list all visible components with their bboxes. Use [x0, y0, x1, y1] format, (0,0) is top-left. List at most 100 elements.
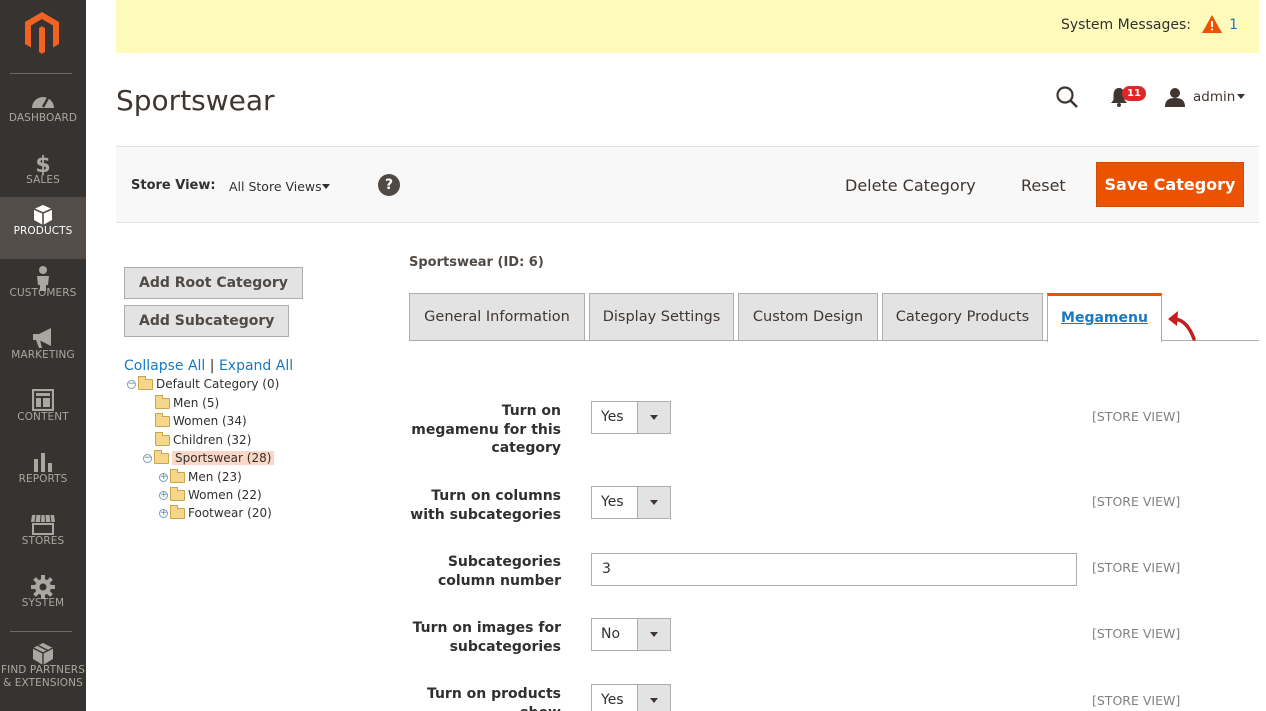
label-line: Turn on [501, 403, 561, 419]
tree-node-sportswear-footwear[interactable]: + Footwear (20) [159, 505, 272, 522]
chevron-down-icon[interactable] [637, 402, 670, 433]
column-number-input[interactable]: 3 [591, 553, 1077, 586]
select-value: No [601, 626, 621, 642]
chevron-down-icon[interactable] [637, 685, 670, 711]
nav-reports[interactable]: REPORTS [0, 445, 86, 507]
annotation-arrow-icon [1168, 311, 1196, 341]
field-products-show-label: Turn on products show [381, 685, 561, 711]
label-line: megamenu for this [411, 421, 561, 438]
help-icon[interactable]: ? [378, 174, 400, 196]
tree-node-sportswear[interactable]: − Sportswear (28) [143, 450, 275, 467]
products-show-select[interactable]: Yes [591, 684, 671, 711]
select-value: Yes [601, 494, 624, 510]
add-subcategory-button[interactable]: Add Subcategory [124, 305, 290, 337]
nav-dashboard-label: DASHBOARD [8, 112, 78, 124]
warning-icon[interactable] [1201, 14, 1223, 34]
store-view-switcher[interactable]: All Store Views [229, 179, 322, 194]
nav-stores-label: STORES [21, 535, 65, 547]
tab-category-products[interactable]: Category Products [882, 293, 1043, 341]
logo-divider [10, 73, 72, 74]
label-line: Turn on columns [431, 488, 561, 504]
nav-stores[interactable]: STORES [0, 507, 86, 569]
scope-label: [STORE VIEW] [1092, 693, 1181, 708]
category-id-title: Sportswear (ID: 6) [409, 255, 544, 270]
tree-node-default-category[interactable]: − Default Category (0) [127, 376, 279, 393]
gear-icon [0, 569, 86, 599]
label-line: Turn on products [426, 686, 561, 702]
folder-open-icon [154, 450, 169, 464]
tree-expand-icon[interactable]: + [159, 509, 168, 518]
tab-megamenu[interactable]: Megamenu [1047, 293, 1162, 342]
tree-collapse-icon[interactable]: − [143, 454, 152, 463]
nav-products[interactable]: PRODUCTS [0, 197, 86, 259]
add-root-category-button[interactable]: Add Root Category [124, 267, 303, 299]
tree-node-children[interactable]: Children (32) [155, 432, 251, 449]
tree-node-sportswear-women[interactable]: + Women (22) [159, 487, 262, 504]
folder-open-icon [138, 376, 153, 390]
user-name[interactable]: admin [1193, 89, 1235, 105]
system-messages-count[interactable]: 1 [1229, 17, 1238, 33]
subcategory-images-select[interactable]: No [591, 618, 671, 651]
nav-find-partners[interactable]: FIND PARTNERS & EXTENSIONS [0, 636, 86, 696]
nav-dashboard[interactable]: DASHBOARD [0, 84, 86, 146]
collapse-all-link[interactable]: Collapse All [124, 358, 205, 374]
field-megamenu-enable-label: Turn on megamenu for this category [381, 402, 561, 458]
tree-node-label: Children (32) [173, 433, 252, 447]
page-actions-bar: Store View: All Store Views ? Delete Cat… [116, 146, 1259, 223]
columns-subcategories-select[interactable]: Yes [591, 486, 671, 519]
tree-node-label: Men (23) [188, 470, 242, 484]
tab-general-information[interactable]: General Information [409, 293, 585, 341]
folder-icon [170, 469, 185, 483]
expand-all-link[interactable]: Expand All [219, 358, 293, 374]
chevron-down-icon[interactable] [637, 487, 670, 518]
tree-expand-icon[interactable]: + [159, 473, 168, 482]
scope-label: [STORE VIEW] [1092, 560, 1181, 575]
label-line: with subcategories [410, 506, 561, 523]
person-icon [0, 259, 86, 291]
nav-marketing-label: MARKETING [11, 349, 75, 361]
cube-icon [0, 636, 86, 665]
magento-logo[interactable] [23, 10, 61, 54]
nav-system-label: SYSTEM [21, 597, 65, 609]
tree-toggle-links: Collapse All | Expand All [124, 358, 293, 374]
box-icon [0, 197, 86, 225]
chevron-down-icon[interactable] [637, 619, 670, 650]
svg-text:$: $ [35, 153, 50, 176]
nav-customers[interactable]: CUSTOMERS [0, 259, 86, 321]
save-category-button[interactable]: Save Category [1096, 162, 1244, 207]
dashboard-icon [0, 84, 86, 112]
tabs-baseline-left [409, 340, 1047, 341]
tree-node-men[interactable]: Men (5) [155, 395, 219, 412]
label-line: Subcategories [447, 554, 561, 570]
tree-node-label: Default Category (0) [156, 377, 280, 391]
tree-expand-icon[interactable]: + [159, 491, 168, 500]
tree-collapse-icon[interactable]: − [127, 380, 136, 389]
store-view-label: Store View: [131, 178, 216, 193]
user-avatar-icon[interactable] [1165, 87, 1185, 107]
tree-node-women[interactable]: Women (34) [155, 413, 247, 430]
reset-button[interactable]: Reset [1021, 176, 1066, 195]
select-value: Yes [601, 692, 624, 708]
tab-custom-design[interactable]: Custom Design [738, 293, 878, 341]
search-icon[interactable] [1055, 85, 1079, 109]
scope-label: [STORE VIEW] [1092, 409, 1181, 424]
tree-node-label: Footwear (20) [188, 506, 272, 520]
nav-marketing[interactable]: MARKETING [0, 321, 86, 383]
nav-products-label: PRODUCTS [13, 225, 73, 237]
bar-chart-icon [0, 445, 86, 473]
system-messages-bar: System Messages: 1 [116, 0, 1259, 53]
delete-category-button[interactable]: Delete Category [845, 176, 976, 195]
nav-content[interactable]: CONTENT [0, 383, 86, 445]
nav-partners-line1: FIND PARTNERS [1, 664, 85, 676]
nav-partners-line2: & EXTENSIONS [3, 677, 83, 689]
folder-icon [170, 505, 185, 519]
label-line: subcategories [449, 638, 561, 655]
admin-sidebar: DASHBOARD $ SALES PRODUCTS CUSTOMERS MAR… [0, 0, 86, 711]
notification-count-badge[interactable]: 11 [1122, 86, 1146, 101]
tree-node-sportswear-men[interactable]: + Men (23) [159, 469, 242, 486]
store-view-caret-icon[interactable] [322, 184, 330, 189]
nav-system[interactable]: SYSTEM [0, 569, 86, 631]
tab-display-settings[interactable]: Display Settings [589, 293, 734, 341]
megamenu-enable-select[interactable]: Yes [591, 401, 671, 434]
user-menu-caret-icon[interactable] [1237, 94, 1245, 99]
